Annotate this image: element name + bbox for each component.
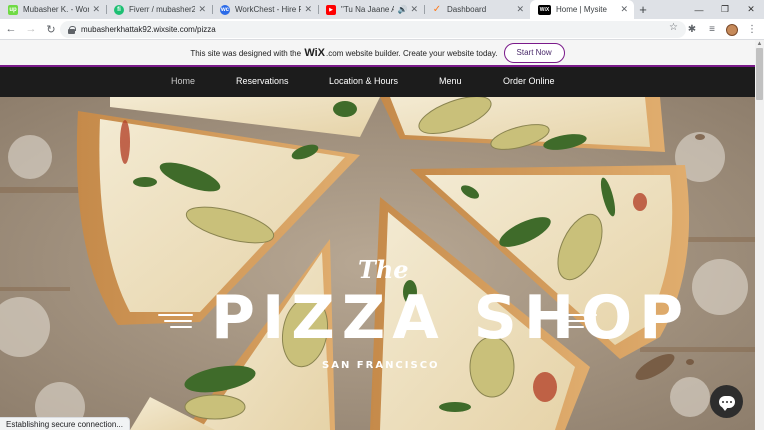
check-icon: ✓ [432,4,442,15]
tab-fiverr[interactable]: fi Fiverr / mubasher207 / ✕ [106,0,212,19]
forward-button[interactable]: → [22,20,40,38]
nav-home[interactable]: Home [171,76,195,86]
wix-banner-text: This site was designed with the WiX.com … [190,47,497,59]
scroll-up-arrow[interactable]: ▲ [756,41,763,48]
tab-title: Home | Mysite [556,5,607,14]
bookmark-star-icon[interactable]: ☆ [669,22,678,33]
new-tab-button[interactable]: + [634,0,652,19]
window-controls: — ❐ ✕ [686,0,764,19]
tab-dashboard[interactable]: ✓ Dashboard ✕ [424,0,530,19]
tab-workchest[interactable]: wc WorkChest - Hire Pakistan ✕ [212,0,318,19]
status-bubble: Establishing secure connection... [0,417,130,430]
tab-title: "Tu Na Jaane Aas Pa [341,5,395,14]
close-icon[interactable]: ✕ [410,4,418,15]
upwork-icon: up [8,4,18,15]
restore-button[interactable]: ❐ [712,0,738,19]
site-nav: Home Reservations Location & Hours Menu … [0,67,755,97]
profile-avatar[interactable] [726,23,738,36]
media-controls-icon[interactable]: ≡ [706,24,718,36]
minimize-button[interactable]: — [686,0,712,19]
wix-icon: WiX [538,4,551,15]
nav-order-online[interactable]: Order Online [503,76,555,86]
tab-title: Mubasher K. - WordPress [23,5,90,14]
tab-youtube[interactable]: ▶ "Tu Na Jaane Aas Pa 🔊 ✕ [318,0,424,19]
tab-title: Fiverr / mubasher207 / [129,5,196,14]
tab-strip: up Mubasher K. - WordPress ✕ fi Fiverr /… [0,0,764,19]
pizza-hero-image [0,97,755,430]
youtube-icon: ▶ [326,4,336,15]
chat-icon [718,395,735,411]
browser-toolbar: ← → ↻ mubasherkhattak92.wixsite.com/pizz… [0,19,764,40]
back-button[interactable]: ← [2,20,20,38]
chat-button[interactable] [710,385,743,418]
wix-banner: This site was designed with the WiX.com … [0,40,755,67]
close-icon[interactable]: ✕ [304,4,312,15]
address-text: mubasherkhattak92.wixsite.com/pizza [81,25,216,34]
tab-upwork[interactable]: up Mubasher K. - WordPress ✕ [0,0,106,19]
nav-menu[interactable]: Menu [439,76,462,86]
nav-location-hours[interactable]: Location & Hours [329,76,398,86]
lock-icon[interactable] [68,25,76,34]
tab-home-mysite[interactable]: WiX Home | Mysite ✕ [530,0,634,19]
fiverr-icon: fi [114,4,124,15]
wix-banner-text-before: This site was designed with the [190,48,302,58]
close-icon[interactable]: ✕ [92,4,100,15]
workchest-icon: wc [220,4,230,15]
address-bar[interactable]: mubasherkhattak92.wixsite.com/pizza ☆ [60,21,686,38]
speaker-icon[interactable]: 🔊 [397,5,407,14]
close-icon[interactable]: ✕ [198,4,206,15]
tab-title: WorkChest - Hire Pakistan [235,5,302,14]
scroll-thumb[interactable] [756,48,763,100]
page-scrollbar[interactable]: ▲ [755,40,764,430]
hero-section: The PIZZA SHOP SAN FRANCISCO [0,97,755,430]
kebab-menu-icon[interactable]: ⋮ [746,24,758,36]
wix-logo: WiX [304,46,326,59]
wix-banner-text-after: .com website builder. Create your websit… [326,48,498,58]
extensions-icon[interactable]: ✱ [686,24,698,36]
close-icon[interactable]: ✕ [620,4,628,15]
close-icon[interactable]: ✕ [516,4,524,15]
tab-title: Dashboard [447,5,487,14]
close-window-button[interactable]: ✕ [738,0,764,19]
toolbar-icons: ✱ ≡ ⋮ [686,19,758,40]
nav-reservations[interactable]: Reservations [236,76,289,86]
reload-button[interactable]: ↻ [42,20,60,38]
start-now-button[interactable]: Start Now [503,42,565,63]
